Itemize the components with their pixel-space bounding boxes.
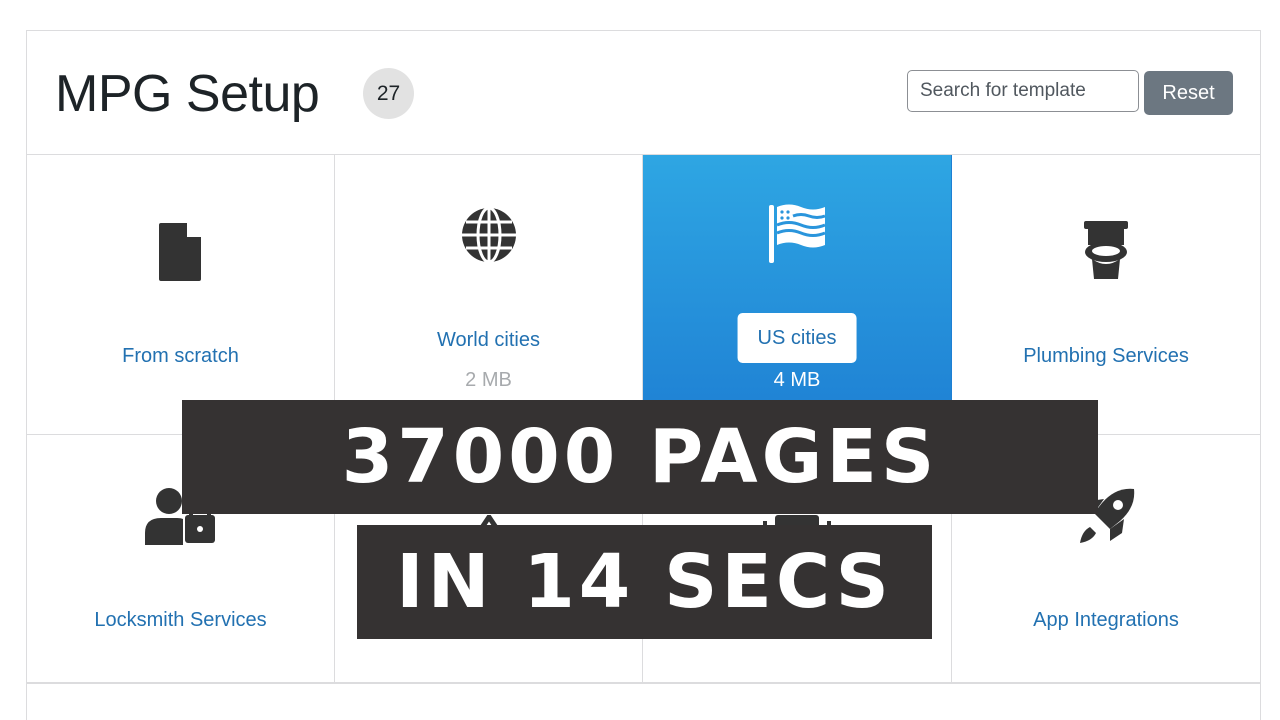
card-label: Locksmith Services xyxy=(94,609,267,631)
reset-button[interactable]: Reset xyxy=(1144,71,1233,115)
template-card-plumbing-services[interactable]: Plumbing Services xyxy=(952,155,1260,435)
page-title: MPG Setup xyxy=(55,65,320,123)
template-count-badge: 27 xyxy=(363,68,414,119)
us-flag-icon xyxy=(767,203,827,270)
search-template-input[interactable] xyxy=(907,70,1139,112)
file-icon xyxy=(158,223,203,286)
card-size: 4 MB xyxy=(773,369,821,391)
template-card-world-cities[interactable]: World cities 2 MB xyxy=(335,155,643,435)
card-label: From scratch xyxy=(122,345,239,367)
card-size: 2 MB xyxy=(465,369,512,391)
card-label: World cities xyxy=(437,329,540,351)
toilet-icon xyxy=(1084,221,1128,284)
panel-header: MPG Setup 27 Reset xyxy=(27,31,1260,155)
globe-icon xyxy=(461,206,517,268)
overlay-headline-line-1: 37000 PAGES xyxy=(182,400,1098,514)
template-card-us-cities[interactable]: US cities 4 MB xyxy=(643,155,952,435)
footer-divider xyxy=(27,683,1260,684)
card-label: App Integrations xyxy=(1033,609,1179,631)
card-label: US cities xyxy=(737,313,857,363)
template-card-from-scratch[interactable]: From scratch xyxy=(27,155,335,435)
card-label: Plumbing Services xyxy=(1023,345,1189,367)
overlay-headline-line-2: IN 14 SECS xyxy=(357,525,932,639)
